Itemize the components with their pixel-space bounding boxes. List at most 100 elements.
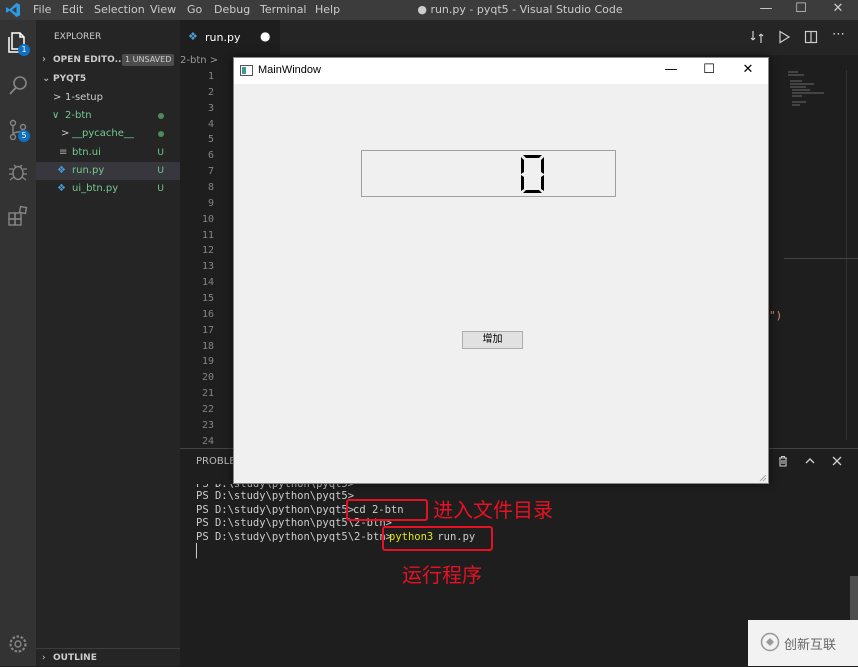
- minimize-button[interactable]: —: [750, 0, 782, 20]
- menu-edit[interactable]: Edit: [62, 3, 83, 16]
- tree-item-label: ui_btn.py: [72, 183, 119, 194]
- tree-item-1-setup[interactable]: > 1-setup: [36, 89, 180, 107]
- menu-terminal[interactable]: Terminal: [260, 3, 307, 16]
- annotation-enter-dir: 进入文件目录: [433, 498, 553, 522]
- git-status-dot: [158, 131, 164, 137]
- line-number: 17: [201, 325, 214, 336]
- python-file-icon: ❖: [57, 165, 66, 176]
- line-number: 10: [201, 214, 214, 225]
- run-icon[interactable]: [777, 30, 791, 44]
- line-number: 11: [201, 230, 214, 241]
- chevron-right-icon: ›: [42, 653, 46, 663]
- qt-window-title: MainWindow: [258, 64, 321, 76]
- menu-go[interactable]: Go: [187, 3, 202, 16]
- terminal-line: PS D:\study\python\pyqt5>: [196, 504, 355, 516]
- line-number: 16: [201, 309, 214, 320]
- maximize-button[interactable]: ☐: [785, 0, 817, 20]
- split-editor-icon[interactable]: [804, 30, 818, 44]
- breadcrumb[interactable]: 2-btn >: [180, 55, 240, 69]
- qt-minimize-button[interactable]: —: [652, 58, 690, 84]
- line-number: 20: [201, 372, 214, 383]
- debug-icon[interactable]: [6, 160, 30, 184]
- tree-item-label: __pycache__: [72, 128, 134, 139]
- line-number: 15: [201, 293, 214, 304]
- tree-item-run-py[interactable]: ❖ run.py U: [36, 162, 180, 180]
- line-number: 21: [201, 388, 214, 399]
- window-app-icon: [240, 65, 253, 76]
- git-status-u: U: [157, 184, 164, 194]
- tree-item-ui-btn-py[interactable]: ❖ ui_btn.py U: [36, 180, 180, 198]
- window-title: ● run.py - pyqt5 - Visual Studio Code: [417, 3, 623, 16]
- menu-debug[interactable]: Debug: [214, 3, 250, 16]
- open-editors-label: OPEN EDITO...: [53, 55, 125, 65]
- resize-grip-icon[interactable]: [759, 474, 767, 482]
- folder-pyqt5[interactable]: ⌄ PYQT5: [36, 70, 180, 88]
- add-button[interactable]: 增加: [462, 331, 523, 349]
- chevron-right-icon: ›: [42, 54, 46, 65]
- terminal-cursor[interactable]: ▏: [196, 544, 204, 559]
- outline-section[interactable]: › OUTLINE: [36, 648, 180, 666]
- extensions-icon[interactable]: [6, 204, 30, 228]
- lcd-number-display: 0: [361, 150, 616, 197]
- python-file-icon: ❖: [57, 183, 66, 194]
- menu-help[interactable]: Help: [315, 3, 340, 16]
- git-status-dot: [158, 113, 164, 119]
- outline-label: OUTLINE: [53, 653, 97, 663]
- line-number-gutter: 1 2 3 4 5 6 7 8 9 10 11 12 13 14 15 16 1…: [180, 69, 220, 449]
- chevron-down-icon: ⌄: [42, 73, 51, 84]
- line-number: 19: [201, 356, 214, 367]
- tab-run-py[interactable]: ❖ run.py ●: [180, 20, 280, 55]
- line-number: 3: [207, 103, 214, 114]
- annotation-box-run: [382, 526, 493, 551]
- line-number: 5: [207, 134, 214, 145]
- unsaved-dot-icon[interactable]: ●: [260, 29, 270, 43]
- menu-file[interactable]: File: [33, 3, 51, 16]
- close-panel-icon[interactable]: [831, 455, 843, 467]
- line-number: 7: [207, 166, 214, 177]
- line-number: 6: [207, 150, 214, 161]
- line-number: 8: [207, 182, 214, 193]
- line-number: 24: [201, 436, 214, 447]
- qt-close-button[interactable]: ✕: [729, 58, 767, 84]
- line-number: 22: [201, 404, 214, 415]
- tree-item-pycache[interactable]: > __pycache__: [36, 125, 180, 143]
- menu-selection[interactable]: Selection: [94, 3, 145, 16]
- terminal-line: PS D:\study\python\pyqt5\2-btn>: [196, 531, 392, 543]
- source-control-badge: 5: [18, 130, 30, 142]
- tree-item-2-btn[interactable]: ∨ 2-btn: [36, 107, 180, 125]
- explorer-badge: 1: [18, 44, 30, 56]
- close-button[interactable]: ✕: [822, 0, 854, 20]
- line-number: 13: [201, 261, 214, 272]
- tab-label: run.py: [205, 31, 241, 44]
- line-number: 9: [207, 198, 214, 209]
- annotation-box-cd: [346, 499, 428, 521]
- chevron-down-icon: ∨: [52, 110, 60, 121]
- compare-changes-icon[interactable]: [750, 30, 764, 44]
- line-number: 1: [207, 71, 214, 82]
- lcd-digit-zero: [521, 155, 544, 193]
- git-status-u: U: [157, 148, 164, 158]
- minimap[interactable]: [784, 70, 834, 120]
- explorer-header: EXPLORER: [54, 32, 102, 42]
- sidebar-explorer: EXPLORER › OPEN EDITO... 1 UNSAVED ⌄ PYQ…: [36, 20, 180, 666]
- trash-icon[interactable]: [777, 455, 789, 467]
- open-editors-section[interactable]: › OPEN EDITO... 1 UNSAVED: [36, 51, 180, 69]
- more-actions-icon[interactable]: ⋯: [832, 27, 845, 42]
- tree-item-label: btn.ui: [72, 147, 101, 158]
- file-lines-icon: ≡: [59, 147, 68, 158]
- annotation-run-program: 运行程序: [402, 563, 482, 587]
- qt-maximize-button[interactable]: ☐: [690, 58, 728, 84]
- tree-item-btn-ui[interactable]: ≡ btn.ui U: [36, 144, 180, 162]
- activity-bar: 1 5: [0, 20, 36, 666]
- gear-icon[interactable]: [6, 632, 30, 656]
- qt-window-titlebar[interactable]: MainWindow — ☐ ✕: [234, 58, 768, 84]
- search-icon[interactable]: [6, 74, 30, 98]
- editor-scrollbar[interactable]: [846, 70, 858, 440]
- python-file-icon: ❖: [188, 30, 198, 43]
- watermark: 创新互联: [748, 620, 858, 666]
- tree-item-label: 1-setup: [65, 92, 103, 103]
- menu-view[interactable]: View: [150, 3, 176, 16]
- chevron-up-icon[interactable]: [804, 455, 816, 467]
- minimap-slider-edge: [784, 258, 858, 259]
- tree-item-label: 2-btn: [65, 110, 92, 121]
